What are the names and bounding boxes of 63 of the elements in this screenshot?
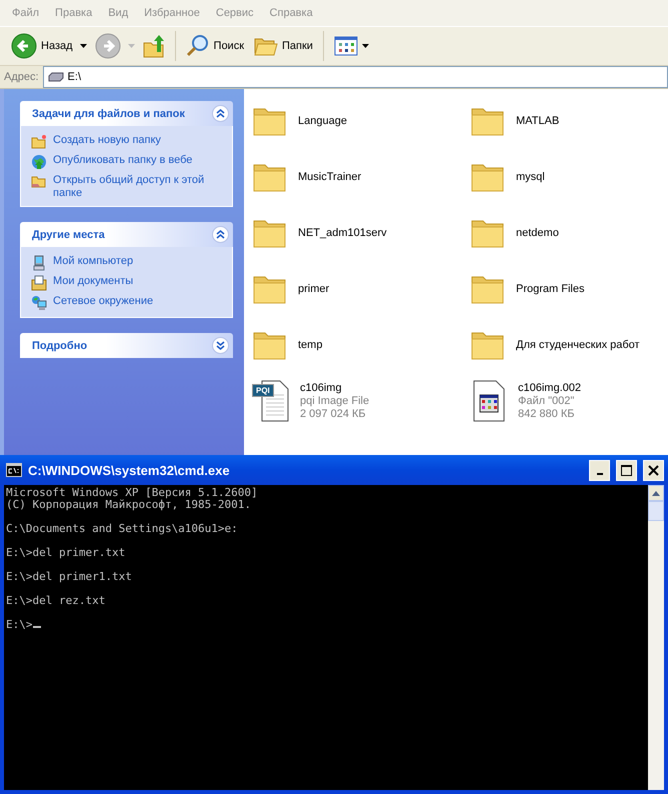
search-icon [186,34,210,58]
file-name[interactable]: c106img.002 [518,382,581,394]
file-type: Файл "002" [518,395,576,407]
task-link[interactable]: Мой компьютер [53,255,134,268]
task-link[interactable]: Открыть общий доступ к этой папке [53,174,224,200]
close-icon [648,464,659,476]
task-link[interactable]: Опубликовать папку в вебе [53,154,192,167]
maximize-icon [621,464,632,476]
back-button[interactable]: Назад [8,31,76,61]
folder-name[interactable]: primer [298,283,330,295]
folder-name[interactable]: Для студенческих работ [516,339,640,351]
console-icon [6,463,22,477]
minimize-button[interactable] [589,460,610,480]
address-field[interactable]: E:\ [42,66,668,88]
collapse-chevron-icon[interactable] [212,105,229,122]
shared-folder-icon [31,174,47,190]
folder-name[interactable]: NET_adm101serv [298,227,387,239]
views-grid-icon [334,36,358,56]
scroll-thumb[interactable] [648,501,664,521]
collapse-chevron-icon[interactable] [212,226,229,243]
panel-header[interactable]: Подробно [20,333,233,358]
search-button[interactable]: Поиск [182,32,248,60]
console-line: Microsoft Windows XP [Версия 5.1.2600] [6,487,259,499]
file-name[interactable]: c106img [300,382,370,394]
console-line: E:\>del rez.txt [6,595,106,607]
computer-icon [31,255,47,271]
task-link[interactable]: Мои документы [53,275,134,288]
globe-icon [31,154,47,170]
folder-name[interactable]: MusicTrainer [298,171,362,183]
up-arrow-icon [652,490,660,496]
folder-name[interactable]: mysql [516,171,545,183]
new-folder-icon [31,134,47,150]
file-size: 2 097 024 КБ [300,408,367,420]
console-line: E:\>del primer.txt [6,547,126,559]
dropdown-caret-icon [362,43,370,49]
expand-chevron-icon[interactable] [212,337,229,354]
dropdown-caret-icon[interactable] [80,43,88,49]
folder-name[interactable]: netdemo [516,227,559,239]
console-line: E:\>del primer1.txt [6,571,133,583]
task-link[interactable]: Сетевое окружение [53,295,154,308]
maximize-button[interactable] [616,460,637,480]
documents-folder-icon [31,275,47,291]
console-line: E:\> [6,619,648,631]
file-size: 842 880 КБ [518,408,576,420]
folder-up-icon [142,34,165,58]
folder-name[interactable]: temp [298,339,322,351]
folder-name[interactable]: Language [298,115,347,127]
task-link[interactable]: Создать новую папку [53,134,161,147]
console-line: (C) Корпорация Майкрософт, 1985-2001. [6,499,252,511]
folders-button[interactable]: Папки [251,33,316,59]
panel-header[interactable]: Задачи для файлов и папок [20,101,233,126]
minimize-icon [596,472,602,474]
scroll-up-button[interactable] [648,485,664,501]
address-label: Адрес: [4,71,39,83]
panel-header[interactable]: Другие места [20,222,233,247]
window-title: C:\WINDOWS\system32\cmd.exe [28,462,231,478]
file-type: pqi Image File [300,395,370,407]
console-line: C:\Documents and Settings\a106u1>e: [6,523,239,535]
folder-name[interactable]: Program Files [516,283,584,295]
drive-icon [48,72,64,82]
network-icon [31,295,47,311]
folder-name[interactable]: MATLAB [516,115,560,127]
close-button[interactable] [643,460,664,480]
